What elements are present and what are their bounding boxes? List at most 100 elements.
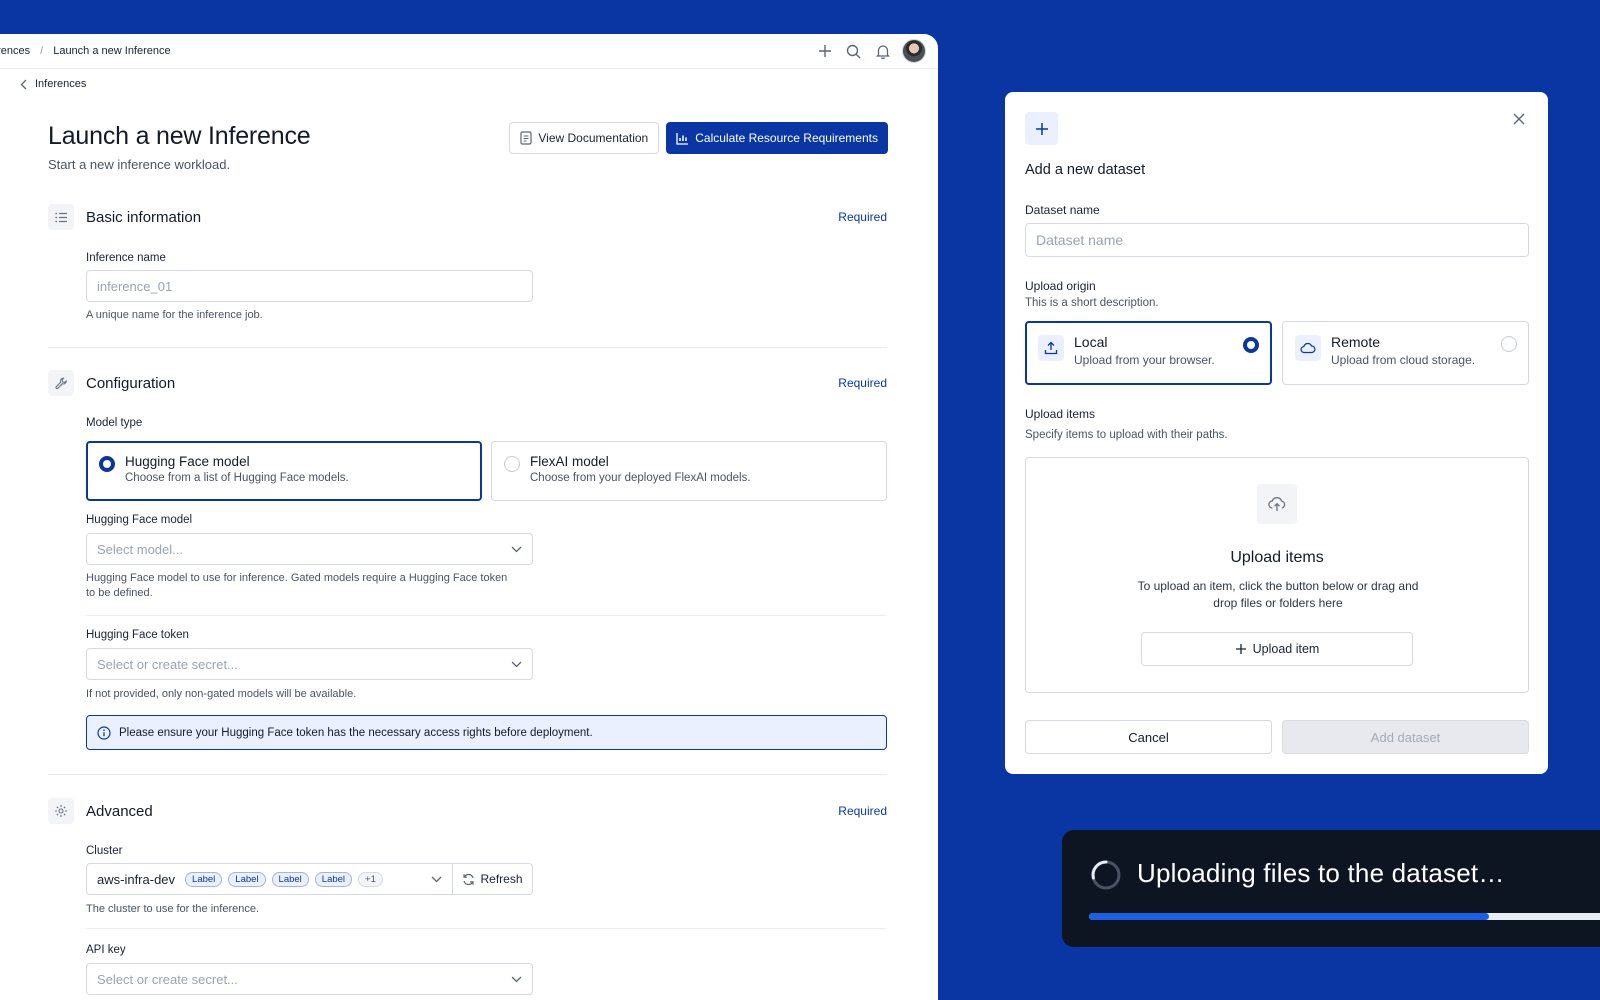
breadcrumb-parent[interactable]: erences xyxy=(0,45,30,57)
view-documentation-button[interactable]: View Documentation xyxy=(509,122,660,154)
upload-progress-fill xyxy=(1089,913,1489,920)
chevron-down-icon xyxy=(511,976,522,983)
add-dataset-button[interactable]: Add dataset xyxy=(1282,720,1529,754)
cluster-field: aws-infra-dev Label Label Label Label +1… xyxy=(86,863,533,895)
origin-local-desc: Upload from your browser. xyxy=(1074,353,1215,367)
upload-origin-desc: This is a short description. xyxy=(1025,297,1159,309)
upload-item-button[interactable]: Upload item xyxy=(1141,632,1413,666)
cancel-button[interactable]: Cancel xyxy=(1025,720,1272,754)
cluster-chip-more: +1 xyxy=(358,871,383,887)
cluster-help: The cluster to use for the inference. xyxy=(86,903,260,915)
breadcrumb-current: Launch a new Inference xyxy=(53,45,171,57)
calculate-resources-button[interactable]: Calculate Resource Requirements xyxy=(666,122,888,154)
basic-info-section: Basic information Required xyxy=(48,204,887,230)
cloud-upload-icon xyxy=(1257,484,1297,524)
hf-model-label: Hugging Face model xyxy=(86,514,193,526)
refresh-button[interactable]: Refresh xyxy=(453,863,533,895)
hf-token-placeholder: Select or create secret... xyxy=(97,656,238,672)
wrench-icon xyxy=(48,370,74,396)
hf-model-select[interactable]: Select model... xyxy=(86,533,533,565)
section-divider xyxy=(48,347,887,348)
inference-name-help: A unique name for the inference job. xyxy=(86,309,263,321)
back-link[interactable]: Inferences xyxy=(20,78,86,90)
upload-items-label: Upload items xyxy=(1025,407,1096,421)
upload-progress-bar xyxy=(1089,913,1600,920)
upload-dropzone[interactable]: Upload items To upload an item, click th… xyxy=(1025,457,1529,693)
cluster-chip: Label xyxy=(185,871,223,887)
breadcrumb-separator: / xyxy=(40,45,44,57)
api-key-select[interactable]: Select or create secret... xyxy=(86,963,533,995)
model-type-label: Model type xyxy=(86,417,143,429)
page-title: Launch a new Inference xyxy=(48,122,311,150)
close-icon[interactable] xyxy=(1512,112,1528,128)
huggingface-model-option[interactable]: Hugging Face model Choose from a list of… xyxy=(86,441,482,501)
hf-model-placeholder: Select model... xyxy=(97,541,183,557)
origin-remote-option[interactable]: Remote Upload from cloud storage. xyxy=(1282,321,1529,385)
api-key-placeholder: Select or create secret... xyxy=(97,971,238,987)
basic-required-label: Required xyxy=(838,210,887,224)
field-divider xyxy=(86,615,887,616)
upload-toast: Uploading files to the dataset… xyxy=(1062,830,1600,947)
section-divider xyxy=(48,774,887,775)
origin-remote-desc: Upload from cloud storage. xyxy=(1331,353,1476,367)
plus-icon xyxy=(1025,112,1058,145)
plus-icon[interactable] xyxy=(815,42,834,61)
radio-selected[interactable] xyxy=(99,456,115,472)
huggingface-option-title: Hugging Face model xyxy=(125,454,250,469)
cluster-chip: Label xyxy=(314,871,353,887)
gear-icon xyxy=(48,798,74,824)
document-icon xyxy=(520,131,532,145)
chart-icon xyxy=(676,132,689,145)
flexai-model-option[interactable]: FlexAI model Choose from your deployed F… xyxy=(491,441,887,501)
flexai-option-desc: Choose from your deployed FlexAI models. xyxy=(530,472,751,484)
origin-local-option[interactable]: Local Upload from your browser. xyxy=(1025,321,1272,385)
refresh-icon xyxy=(462,873,475,886)
cluster-label: Cluster xyxy=(86,845,123,857)
api-key-label: API key xyxy=(86,944,126,956)
upload-origin-label: Upload origin xyxy=(1025,279,1096,293)
origin-remote-title: Remote xyxy=(1331,334,1381,350)
inference-name-label: Inference name xyxy=(86,252,166,264)
configuration-title: Configuration xyxy=(86,374,176,392)
cluster-chip: Label xyxy=(228,871,266,887)
page-subtitle: Start a new inference workload. xyxy=(48,157,231,172)
upload-tray-icon xyxy=(1038,335,1064,361)
info-icon xyxy=(97,725,111,740)
cluster-chip: Label xyxy=(271,871,309,887)
search-icon[interactable] xyxy=(844,42,863,61)
radio-unselected[interactable] xyxy=(504,456,520,472)
inference-name-input[interactable]: inference_01 xyxy=(86,270,533,302)
chevron-down-icon xyxy=(431,876,442,883)
info-banner: Please ensure your Hugging Face token ha… xyxy=(86,715,887,750)
flexai-option-title: FlexAI model xyxy=(530,454,609,469)
radio-unselected[interactable] xyxy=(1501,336,1517,352)
advanced-section: Advanced Required xyxy=(48,798,887,824)
cluster-select[interactable]: aws-infra-dev Label Label Label Label +1 xyxy=(86,863,453,895)
advanced-required-label: Required xyxy=(838,804,887,818)
dataset-name-input[interactable]: Dataset name xyxy=(1025,223,1529,257)
cloud-icon xyxy=(1295,335,1321,361)
radio-selected[interactable] xyxy=(1243,337,1259,353)
top-actions xyxy=(815,39,926,63)
toast-message: Uploading files to the dataset… xyxy=(1137,858,1505,888)
huggingface-option-desc: Choose from a list of Hugging Face model… xyxy=(125,472,349,484)
avatar[interactable] xyxy=(902,39,926,63)
calculate-resources-label: Calculate Resource Requirements xyxy=(695,131,878,145)
breadcrumb: erences / Launch a new Inference xyxy=(0,45,171,57)
advanced-title: Advanced xyxy=(86,802,153,820)
hf-token-select[interactable]: Select or create secret... xyxy=(86,648,533,680)
hf-model-help: Hugging Face model to use for inference.… xyxy=(86,572,508,599)
dropzone-text: To upload an item, click the button belo… xyxy=(1137,579,1419,610)
configuration-section: Configuration Required xyxy=(48,370,887,396)
cluster-value: aws-infra-dev xyxy=(97,871,176,887)
bell-icon[interactable] xyxy=(873,42,892,61)
spinner-icon xyxy=(1090,859,1122,891)
back-link-label: Inferences xyxy=(35,78,87,90)
origin-local-title: Local xyxy=(1074,334,1108,350)
chevron-left-icon xyxy=(20,79,27,90)
hf-token-help: If not provided, only non-gated models w… xyxy=(86,688,357,700)
info-banner-text: Please ensure your Hugging Face token ha… xyxy=(119,726,593,739)
header-buttons: View Documentation Calculate Resource Re… xyxy=(509,122,888,154)
page-header: Launch a new Inference Start a new infer… xyxy=(48,122,311,172)
top-bar: erences / Launch a new Inference xyxy=(0,34,938,69)
